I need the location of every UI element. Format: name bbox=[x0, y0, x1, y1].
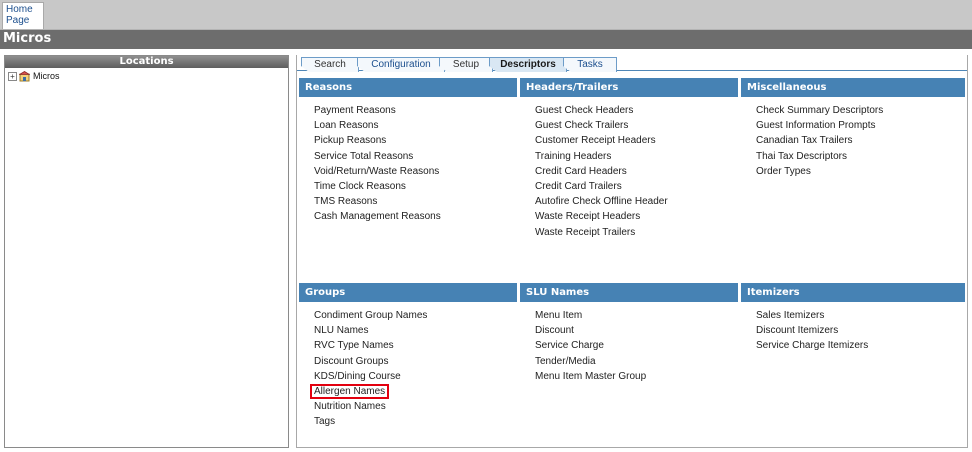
section-header: SLU Names bbox=[520, 283, 738, 302]
section-header: Reasons bbox=[299, 78, 517, 97]
link-service-charge-itemizers[interactable]: Service Charge Itemizers bbox=[756, 338, 965, 353]
reasons-section: Reasons Payment Reasons Loan Reasons Pic… bbox=[299, 78, 517, 225]
section-list: Condiment Group Names NLU Names RVC Type… bbox=[299, 302, 517, 430]
tab-search[interactable]: Search bbox=[301, 57, 359, 72]
link-void-return-waste-reasons[interactable]: Void/Return/Waste Reasons bbox=[314, 164, 517, 179]
descriptors-panel: Search Configuration Setup Descriptors T… bbox=[296, 55, 968, 448]
locations-panel: Locations + Micros bbox=[4, 55, 289, 448]
link-tags[interactable]: Tags bbox=[314, 414, 517, 429]
tab-tasks[interactable]: Tasks bbox=[563, 57, 617, 72]
link-cash-management-reasons[interactable]: Cash Management Reasons bbox=[314, 209, 517, 224]
allergen-names-row: Allergen Names bbox=[309, 384, 517, 400]
link-payment-reasons[interactable]: Payment Reasons bbox=[314, 103, 517, 118]
tab-setup[interactable]: Setup bbox=[439, 57, 493, 72]
link-training-headers[interactable]: Training Headers bbox=[535, 149, 738, 164]
link-allergen-names[interactable]: Allergen Names bbox=[309, 384, 390, 400]
link-nlu-names[interactable]: NLU Names bbox=[314, 323, 517, 338]
itemizers-section: Itemizers Sales Itemizers Discount Itemi… bbox=[741, 283, 965, 354]
link-service-total-reasons[interactable]: Service Total Reasons bbox=[314, 149, 517, 164]
miscellaneous-section: Miscellaneous Check Summary Descriptors … bbox=[741, 78, 965, 179]
link-guest-check-trailers[interactable]: Guest Check Trailers bbox=[535, 118, 738, 133]
link-loan-reasons[interactable]: Loan Reasons bbox=[314, 118, 517, 133]
link-condiment-group-names[interactable]: Condiment Group Names bbox=[314, 308, 517, 323]
location-icon bbox=[19, 70, 30, 81]
link-canadian-tax-trailers[interactable]: Canadian Tax Trailers bbox=[756, 133, 965, 148]
link-customer-receipt-headers[interactable]: Customer Receipt Headers bbox=[535, 133, 738, 148]
link-tms-reasons[interactable]: TMS Reasons bbox=[314, 194, 517, 209]
tree-node-label: Micros bbox=[33, 71, 60, 81]
link-kds-dining-course[interactable]: KDS/Dining Course bbox=[314, 369, 517, 384]
link-guest-check-headers[interactable]: Guest Check Headers bbox=[535, 103, 738, 118]
link-order-types[interactable]: Order Types bbox=[756, 164, 965, 179]
headers-trailers-section: Headers/Trailers Guest Check Headers Gue… bbox=[520, 78, 738, 240]
section-list: Payment Reasons Loan Reasons Pickup Reas… bbox=[299, 97, 517, 225]
link-guest-information-prompts[interactable]: Guest Information Prompts bbox=[756, 118, 965, 133]
top-bar: Home Page bbox=[0, 0, 972, 30]
slu-names-section: SLU Names Menu Item Discount Service Cha… bbox=[520, 283, 738, 384]
link-menu-item-master-group[interactable]: Menu Item Master Group bbox=[535, 369, 738, 384]
home-page-tab[interactable]: Home Page bbox=[2, 2, 44, 29]
link-tender-media[interactable]: Tender/Media bbox=[535, 354, 738, 369]
section-list: Check Summary Descriptors Guest Informat… bbox=[741, 97, 965, 179]
link-credit-card-headers[interactable]: Credit Card Headers bbox=[535, 164, 738, 179]
link-check-summary-descriptors[interactable]: Check Summary Descriptors bbox=[756, 103, 965, 118]
link-discount-itemizers[interactable]: Discount Itemizers bbox=[756, 323, 965, 338]
tab-descriptors[interactable]: Descriptors bbox=[489, 57, 567, 72]
link-credit-card-trailers[interactable]: Credit Card Trailers bbox=[535, 179, 738, 194]
link-rvc-type-names[interactable]: RVC Type Names bbox=[314, 338, 517, 353]
home-page-tab-label: Home Page bbox=[6, 4, 33, 26]
tab-strip: Search Configuration Setup Descriptors T… bbox=[297, 55, 967, 72]
section-header: Itemizers bbox=[741, 283, 965, 302]
link-thai-tax-descriptors[interactable]: Thai Tax Descriptors bbox=[756, 149, 965, 164]
link-service-charge[interactable]: Service Charge bbox=[535, 338, 738, 353]
link-waste-receipt-trailers[interactable]: Waste Receipt Trailers bbox=[535, 225, 738, 240]
groups-section: Groups Condiment Group Names NLU Names R… bbox=[299, 283, 517, 430]
section-list: Sales Itemizers Discount Itemizers Servi… bbox=[741, 302, 965, 354]
page-title: Micros bbox=[3, 31, 52, 46]
section-list: Guest Check Headers Guest Check Trailers… bbox=[520, 97, 738, 240]
section-list: Menu Item Discount Service Charge Tender… bbox=[520, 302, 738, 384]
tree-node-micros[interactable]: + Micros bbox=[8, 70, 60, 82]
section-header: Miscellaneous bbox=[741, 78, 965, 97]
tree-expand-icon[interactable]: + bbox=[8, 71, 17, 81]
link-discount[interactable]: Discount bbox=[535, 323, 738, 338]
link-time-clock-reasons[interactable]: Time Clock Reasons bbox=[314, 179, 517, 194]
link-sales-itemizers[interactable]: Sales Itemizers bbox=[756, 308, 965, 323]
link-discount-groups[interactable]: Discount Groups bbox=[314, 354, 517, 369]
link-pickup-reasons[interactable]: Pickup Reasons bbox=[314, 133, 517, 148]
link-nutrition-names[interactable]: Nutrition Names bbox=[314, 399, 517, 414]
tab-configuration[interactable]: Configuration bbox=[357, 57, 445, 72]
section-header: Groups bbox=[299, 283, 517, 302]
title-bar: Micros bbox=[0, 30, 972, 49]
section-header: Headers/Trailers bbox=[520, 78, 738, 97]
link-autofire-check-offline-header[interactable]: Autofire Check Offline Header bbox=[535, 194, 738, 209]
link-waste-receipt-headers[interactable]: Waste Receipt Headers bbox=[535, 209, 738, 224]
link-menu-item[interactable]: Menu Item bbox=[535, 308, 738, 323]
locations-header: Locations bbox=[5, 56, 288, 68]
